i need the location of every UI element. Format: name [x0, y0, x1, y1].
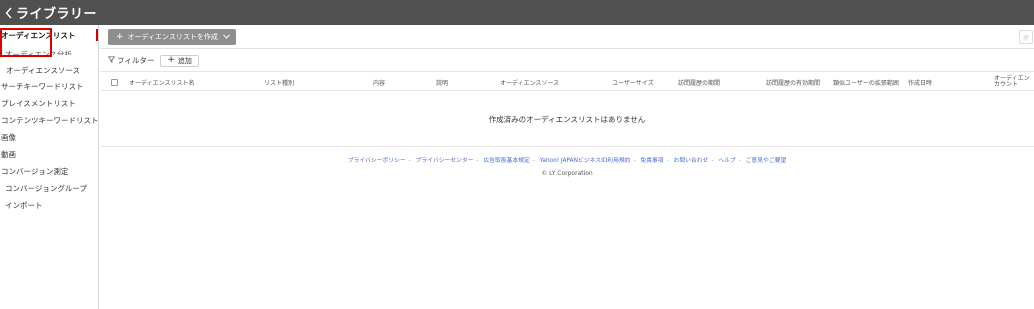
- footer-link-business-id-terms[interactable]: Yahoo! JAPANビジネスID利用規約: [540, 158, 631, 164]
- footer-link-privacy-policy[interactable]: プライバシーポリシー: [348, 158, 406, 164]
- footer-link-help[interactable]: ヘルプ: [718, 158, 735, 164]
- table-header: オーディエンスリスト名 リスト種別 内容 説明 オーディエンスソース ユーザーサ…: [100, 71, 1034, 91]
- footer-link-privacy-center[interactable]: プライバシーセンター: [416, 158, 474, 164]
- column-header-audience-list-name[interactable]: オーディエンスリスト名: [129, 72, 194, 92]
- sidebar: オーディエンスリスト オーディエンス分析 オーディエンスソース サーチキーワード…: [0, 25, 99, 309]
- filter-label[interactable]: フィルター: [117, 55, 154, 66]
- plus-icon: +: [116, 32, 124, 42]
- sidebar-item-search-keyword-list[interactable]: サーチキーワードリスト: [1, 82, 84, 92]
- filter-bar: フィルター + 追加: [107, 54, 199, 67]
- sidebar-item-import[interactable]: インポート: [5, 201, 43, 211]
- column-header-audience-count-line2: カウント: [994, 81, 1019, 88]
- select-all-checkbox[interactable]: [111, 79, 118, 86]
- column-header-visit-history-period[interactable]: 訪問履歴の期間: [678, 72, 720, 92]
- top-bar: ライブラリー: [0, 0, 1034, 25]
- sidebar-item-images[interactable]: 画像: [1, 133, 16, 143]
- sidebar-item-placement-list[interactable]: プレイスメントリスト: [1, 99, 76, 109]
- column-header-audience-count[interactable]: オーディエン カウント: [994, 72, 1030, 92]
- selection-marker: [96, 29, 98, 41]
- column-header-description[interactable]: 説明: [436, 72, 448, 92]
- footer-links: プライバシーポリシー - プライバシーセンター - 広告取扱基本規定 - Yahoo!…: [347, 158, 787, 164]
- footer-link-contact[interactable]: お問い合わせ: [674, 158, 709, 164]
- filter-icon: [107, 56, 116, 65]
- footer-link-feedback[interactable]: ご意見やご要望: [746, 158, 787, 164]
- sidebar-item-conversion-group[interactable]: コンバージョングループ: [5, 184, 87, 194]
- add-filter-label: 追加: [177, 56, 192, 65]
- page-title: ライブラリー: [16, 7, 98, 22]
- column-header-list-type[interactable]: リスト種別: [264, 72, 294, 92]
- highlight-box: [0, 28, 52, 57]
- empty-state-message: 作成済みのオーディエンスリストはありません: [488, 114, 646, 124]
- copyright: © LY Corporation: [541, 170, 593, 177]
- main-content: + オーディエンスリストを作成 ボ フィルター + 追加 オーディエンスリスト名…: [100, 25, 1034, 309]
- chevron-down-icon: [223, 33, 230, 41]
- sidebar-item-audience-source[interactable]: オーディエンスソース: [6, 66, 80, 76]
- sidebar-item-conversion-measurement[interactable]: コンバージョン測定: [1, 167, 68, 177]
- add-filter-button[interactable]: + 追加: [160, 54, 199, 67]
- footer-link-disclaimer[interactable]: 免責事項: [640, 158, 663, 164]
- empty-state-row: 作成済みのオーディエンスリストはありません: [100, 92, 1034, 147]
- column-header-visit-history-validity[interactable]: 訪問履歴の有効期間: [766, 72, 820, 92]
- right-action-button[interactable]: ボ: [1019, 30, 1033, 44]
- sidebar-item-videos[interactable]: 動画: [1, 150, 16, 160]
- divider: [100, 48, 1034, 49]
- plus-icon: +: [167, 55, 175, 65]
- sidebar-item-content-keyword-list[interactable]: コンテンツキーワードリスト: [1, 116, 99, 126]
- create-audience-list-button[interactable]: + オーディエンスリストを作成: [108, 29, 236, 45]
- column-header-lookalike-range[interactable]: 類似ユーザーの拡張範囲: [833, 72, 899, 92]
- chevron-left-icon[interactable]: [2, 0, 16, 25]
- create-audience-list-label: オーディエンスリストを作成: [127, 33, 218, 41]
- footer-link-ad-terms[interactable]: 広告取扱基本規定: [483, 158, 529, 164]
- column-header-created-at[interactable]: 作成日時: [908, 72, 932, 92]
- column-header-user-size[interactable]: ユーザーサイズ: [612, 72, 654, 92]
- column-header-content[interactable]: 内容: [373, 72, 385, 92]
- column-header-audience-source[interactable]: オーディエンスソース: [500, 72, 559, 92]
